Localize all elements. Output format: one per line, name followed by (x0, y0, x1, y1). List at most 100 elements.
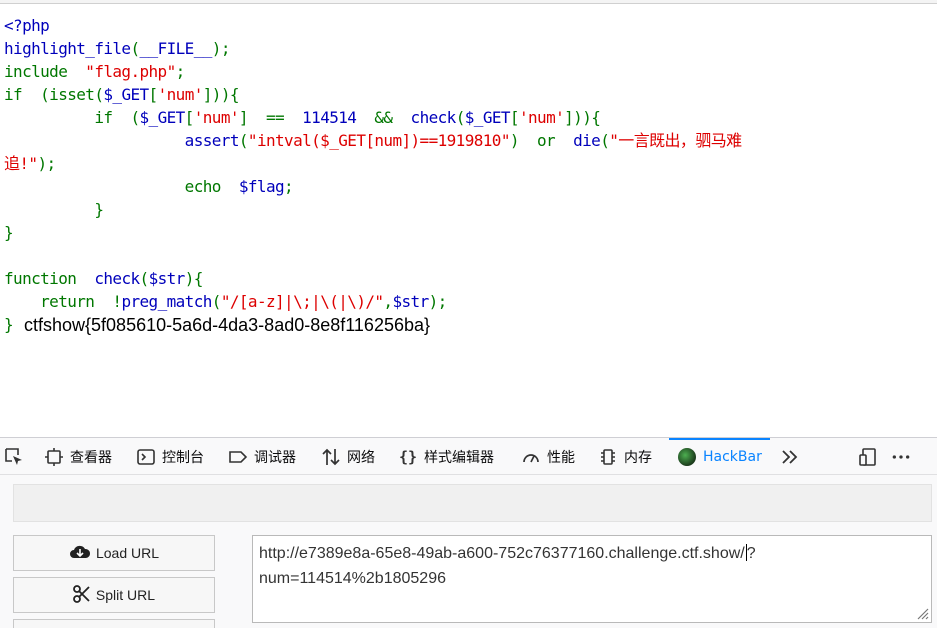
code-line: highlight_file(__FILE__); (4, 37, 934, 60)
debugger-icon (228, 447, 248, 467)
code-token: ])){ (564, 108, 601, 127)
pick-element-button[interactable] (4, 438, 24, 475)
code-token: die (573, 131, 601, 150)
code-line: if ($_GET['num'] == 114514 && check($_GE… (4, 106, 934, 129)
url-text-part1: http://e7389e8a-65e8-49ab-a600-752c76377… (259, 545, 745, 562)
console-icon (136, 447, 156, 467)
code-token: ){ (184, 269, 204, 288)
code-token: 'num' (518, 108, 565, 127)
url-line-2: num=114514%2b1805296 (259, 570, 446, 587)
url-textarea[interactable]: http://e7389e8a-65e8-49ab-a600-752c76377… (252, 535, 932, 623)
style-editor-icon: {} (398, 447, 418, 467)
load-url-label: Load URL (95, 545, 160, 561)
responsive-design-button[interactable] (858, 438, 878, 475)
tab-style-editor[interactable]: {} 样式编辑器 (398, 438, 494, 475)
code-token: include (4, 62, 86, 81)
hackbar-panel: Load URL Split URL http://e7389e8a-65e8-… (0, 476, 937, 628)
tab-debugger[interactable]: 调试器 (228, 438, 296, 475)
code-token: [ (148, 85, 159, 104)
hackbar-toolbar (13, 484, 932, 522)
responsive-design-icon (858, 447, 878, 467)
code-token: $str (392, 292, 429, 311)
tab-performance-label: 性能 (547, 449, 575, 466)
code-token: "一言既出，驷马难 (609, 131, 742, 150)
tab-style-editor-label: 样式编辑器 (424, 449, 494, 466)
flag-output: ctfshow{5f085610-5a6d-4da3-8ad0-8e8f1162… (24, 315, 431, 335)
code-line: include "flag.php"; (4, 60, 934, 83)
url-text-part2: ? (746, 545, 756, 562)
inspector-icon (44, 447, 64, 467)
code-token: check (94, 269, 140, 288)
code-token: ) or (509, 131, 574, 150)
code-token: 'num' (157, 85, 204, 104)
tab-hackbar[interactable]: HackBar (669, 438, 770, 475)
code-token: } (4, 223, 14, 242)
code-token: "intval($_GET[num])==1919810" (247, 131, 511, 150)
code-token: } (4, 200, 104, 219)
code-token: return ! (4, 292, 122, 311)
svg-text:{}: {} (399, 448, 417, 466)
tab-memory-label: 内存 (624, 449, 652, 466)
url-line-1: http://e7389e8a-65e8-49ab-a600-752c76377… (259, 541, 925, 566)
more-options-icon (891, 447, 911, 467)
devtools-menu-button[interactable] (891, 438, 911, 475)
tab-memory[interactable]: 内存 (598, 438, 652, 475)
code-line: } (4, 198, 934, 221)
tab-inspector[interactable]: 查看器 (44, 438, 112, 475)
cloud-download-icon (69, 544, 91, 563)
code-token: } (4, 315, 14, 334)
network-icon (321, 447, 341, 467)
code-token: check (410, 108, 457, 127)
code-token: ( (455, 108, 466, 127)
code-token: ; (284, 177, 294, 196)
code-line: function check($str){ (4, 267, 934, 290)
code-token: 'num' (193, 108, 240, 127)
split-url-button[interactable]: Split URL (13, 577, 215, 613)
code-token: ( (130, 39, 140, 58)
code-token: ( (600, 131, 610, 150)
code-token: function (4, 269, 95, 288)
code-token: [ (184, 108, 195, 127)
code-token: ); (37, 154, 56, 173)
code-token: ; (175, 62, 186, 81)
code-token: ])){ (202, 85, 240, 104)
tab-hackbar-label: HackBar (703, 448, 762, 465)
code-token: 114514 (302, 108, 357, 127)
tab-console[interactable]: 控制台 (136, 438, 204, 475)
page-top-border (0, 0, 937, 4)
code-token: assert (184, 131, 240, 150)
code-line: } (4, 221, 934, 244)
next-button-partial[interactable] (13, 619, 215, 628)
code-token: ] == (238, 108, 303, 127)
code-token: $_GET (103, 85, 149, 104)
more-tabs-button[interactable] (780, 438, 800, 475)
pick-element-icon (4, 447, 24, 467)
memory-icon (598, 447, 618, 467)
code-token: echo (4, 177, 239, 196)
code-line: assert ( "intval($_GET[num])==1919810") or… (4, 129, 934, 152)
code-token: ( (139, 269, 150, 288)
code-token: "/[a-z]|\;|\(|\)/" (220, 292, 384, 311)
code-token: $str (148, 269, 186, 288)
split-url-label: Split URL (95, 587, 156, 603)
scissors-icon (73, 584, 91, 606)
code-token: ); (211, 39, 231, 58)
code-token: ( (211, 292, 222, 311)
code-token: ); (428, 292, 448, 311)
tab-inspector-label: 查看器 (70, 449, 112, 466)
tab-network-label: 网络 (347, 449, 375, 466)
code-token: highlight_file (4, 39, 131, 58)
code-token: $flag (238, 177, 285, 196)
double-chevron-right-icon (780, 447, 800, 467)
resize-grip-icon[interactable] (913, 604, 929, 620)
code-line: <?php (4, 14, 934, 37)
php-source-code: <?php highlight_file(__FILE__); include "f… (4, 14, 934, 336)
load-url-button[interactable]: Load URL (13, 535, 215, 571)
tab-performance[interactable]: 性能 (521, 438, 575, 475)
tab-network[interactable]: 网络 (321, 438, 375, 475)
devtools-tabbar: 查看器 控制台 调试器 网络 {} 样式编辑器 性能 内存 HackBar (0, 438, 937, 475)
code-token: if (isset( (4, 85, 104, 104)
code-token: __FILE__ (139, 39, 213, 58)
